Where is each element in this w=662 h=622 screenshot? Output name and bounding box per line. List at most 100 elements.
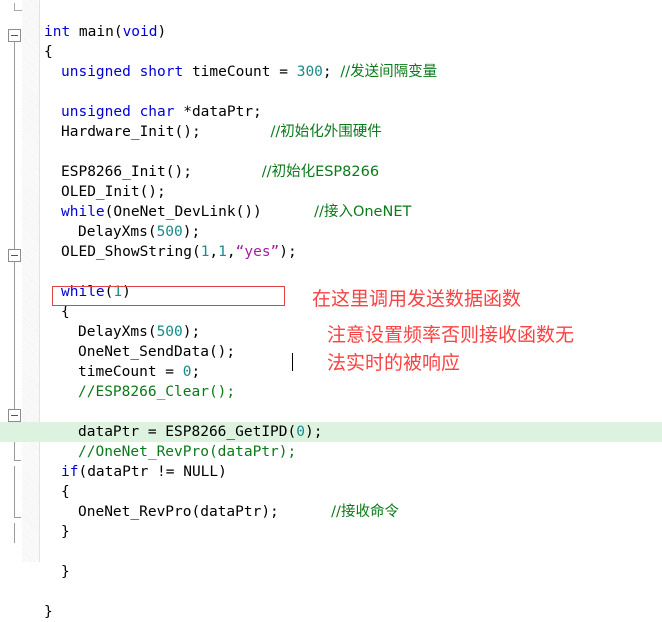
code-line[interactable]: while(OneNet_DevLink()) //接入OneNET <box>0 202 662 222</box>
code-token-plain: ); <box>182 324 201 340</box>
code-line-text: if(dataPtr != NULL) <box>0 462 227 482</box>
code-line-text: { <box>0 42 53 62</box>
code-line-text: //ESP8266_Clear(); <box>0 382 235 402</box>
code-line[interactable]: int main(void) <box>0 22 662 42</box>
code-line-text: unsigned char *dataPtr; <box>0 102 262 122</box>
code-line-text: OneNet_SendData(); <box>0 342 235 362</box>
code-token-num: 0 <box>182 364 192 380</box>
code-line[interactable]: } <box>0 602 662 622</box>
code-token-plain: main( <box>78 24 123 40</box>
code-token-plain: OLED_Init(); <box>61 184 166 200</box>
code-token-str: “yes” <box>235 244 280 260</box>
code-line-text: while(1) <box>0 282 131 302</box>
code-token-plain: ; <box>322 64 341 80</box>
red-annotation-text: 注意设置频率否则接收函数无 <box>327 324 575 346</box>
code-token-num: 300 <box>296 64 323 80</box>
code-line[interactable] <box>0 82 662 102</box>
code-token-kw: void <box>122 24 158 40</box>
code-line[interactable]: DelayXms(500); <box>0 222 662 242</box>
code-token-kw: int <box>44 24 79 40</box>
code-token-plain: timeCount = <box>78 364 183 380</box>
red-annotation-text: 法实时的被响应 <box>327 352 461 374</box>
code-line[interactable] <box>0 402 662 422</box>
code-line[interactable] <box>0 142 662 162</box>
code-token-plain: Hardware_Init(); <box>61 124 271 140</box>
code-editor[interactable]: int main(void) { unsigned short timeCount … <box>0 0 662 620</box>
code-token-plain: , <box>209 244 219 260</box>
code-token-cmt: //接入OneNET <box>314 204 412 220</box>
code-line-text: int main(void) <box>0 22 166 42</box>
code-line-text: timeCount = 0; <box>0 362 200 382</box>
code-line[interactable]: Hardware_Init(); //初始化外围硬件 <box>0 122 662 142</box>
code-token-plain: ; <box>191 364 201 380</box>
code-line-text: OneNet_RevPro(dataPtr); //接收命令 <box>0 502 399 522</box>
code-line[interactable] <box>0 582 662 602</box>
code-token-plain: OneNet_RevPro(dataPtr); <box>78 504 332 520</box>
code-token-plain: } <box>61 524 70 540</box>
code-token-plain: ) <box>122 284 131 300</box>
code-line[interactable]: ESP8266_Init(); //初始化ESP8266 <box>0 162 662 182</box>
code-line-text: { <box>0 302 70 322</box>
code-token-cmt: //OneNet_RevPro(dataPtr); <box>78 444 297 460</box>
code-line[interactable]: if(dataPtr != NULL) <box>0 462 662 482</box>
code-token-plain: { <box>61 484 70 500</box>
code-line[interactable]: //ESP8266_Clear(); <box>0 382 662 402</box>
code-line[interactable]: OneNet_RevPro(dataPtr); //接收命令 <box>0 502 662 522</box>
code-token-plain: } <box>44 604 53 620</box>
code-token-cmt: //接收命令 <box>331 504 399 520</box>
code-line-text: //OneNet_RevPro(dataPtr); <box>0 442 296 462</box>
code-line-text: dataPtr = ESP8266_GetIPD(0); <box>0 422 322 442</box>
code-token-kw: while <box>61 284 105 300</box>
code-token-kw: unsigned short <box>61 64 192 80</box>
code-line[interactable]: OLED_Init(); <box>0 182 662 202</box>
code-line-text: } <box>0 522 70 542</box>
code-line[interactable] <box>0 262 662 282</box>
code-line-text: OLED_ShowString(1,1,“yes”); <box>0 242 297 262</box>
red-annotation-text: 在这里调用发送数据函数 <box>312 288 522 310</box>
code-token-plain: DelayXms( <box>78 224 157 240</box>
code-line-text: unsigned short timeCount = 300; //发送间隔变量 <box>0 62 437 82</box>
code-token-plain: OneNet_SendData(); <box>78 344 236 360</box>
code-token-plain: ) <box>157 24 167 40</box>
code-token-plain: { <box>61 304 70 320</box>
code-token-plain: } <box>61 564 70 580</box>
code-token-num: 1 <box>113 284 123 300</box>
code-token-num: 500 <box>156 324 183 340</box>
code-text-layer[interactable]: int main(void) { unsigned short timeCount … <box>0 0 662 620</box>
code-token-plain: (dataPtr != NULL) <box>78 464 227 480</box>
code-token-plain: ESP8266_Init(); <box>61 164 262 180</box>
code-line[interactable]: } <box>0 522 662 542</box>
code-token-cmt: //初始化外围硬件 <box>270 124 382 140</box>
code-token-plain: ); <box>182 224 201 240</box>
code-token-num: 500 <box>156 224 183 240</box>
code-line[interactable]: //OneNet_RevPro(dataPtr); <box>0 442 662 462</box>
code-line-text: { <box>0 482 70 502</box>
code-line[interactable]: OLED_ShowString(1,1,“yes”); <box>0 242 662 262</box>
code-line[interactable]: { <box>0 42 662 62</box>
code-token-plain: dataPtr = ESP8266_GetIPD( <box>78 424 297 440</box>
code-line-text: ESP8266_Init(); //初始化ESP8266 <box>0 162 379 182</box>
code-line-text: OLED_Init(); <box>0 182 166 202</box>
code-token-plain: *dataPtr; <box>183 104 262 120</box>
code-line[interactable]: unsigned short timeCount = 300; //发送间隔变量 <box>0 62 662 82</box>
code-token-cmt: //发送间隔变量 <box>340 64 438 80</box>
code-token-plain: DelayXms( <box>78 324 157 340</box>
code-line[interactable]: unsigned char *dataPtr; <box>0 102 662 122</box>
code-line[interactable]: } <box>0 562 662 582</box>
code-line-text: DelayXms(500); <box>0 322 200 342</box>
code-line[interactable]: dataPtr = ESP8266_GetIPD(0); <box>0 422 662 442</box>
code-token-plain: ); <box>279 244 297 260</box>
code-line-text: while(OneNet_DevLink()) //接入OneNET <box>0 202 411 222</box>
code-line[interactable]: { <box>0 482 662 502</box>
code-token-plain: , <box>226 244 236 260</box>
code-line-text: } <box>0 602 53 622</box>
code-token-kw: if <box>61 464 79 480</box>
code-line[interactable] <box>0 542 662 562</box>
code-token-num: 1 <box>218 244 227 260</box>
code-token-kw: unsigned char <box>61 104 184 120</box>
code-line-text: Hardware_Init(); //初始化外围硬件 <box>0 122 382 142</box>
code-token-plain: (OneNet_DevLink()) <box>104 204 315 220</box>
text-caret <box>292 353 293 371</box>
code-token-plain: { <box>44 44 53 60</box>
code-token-plain: OLED_ShowString( <box>61 244 201 260</box>
